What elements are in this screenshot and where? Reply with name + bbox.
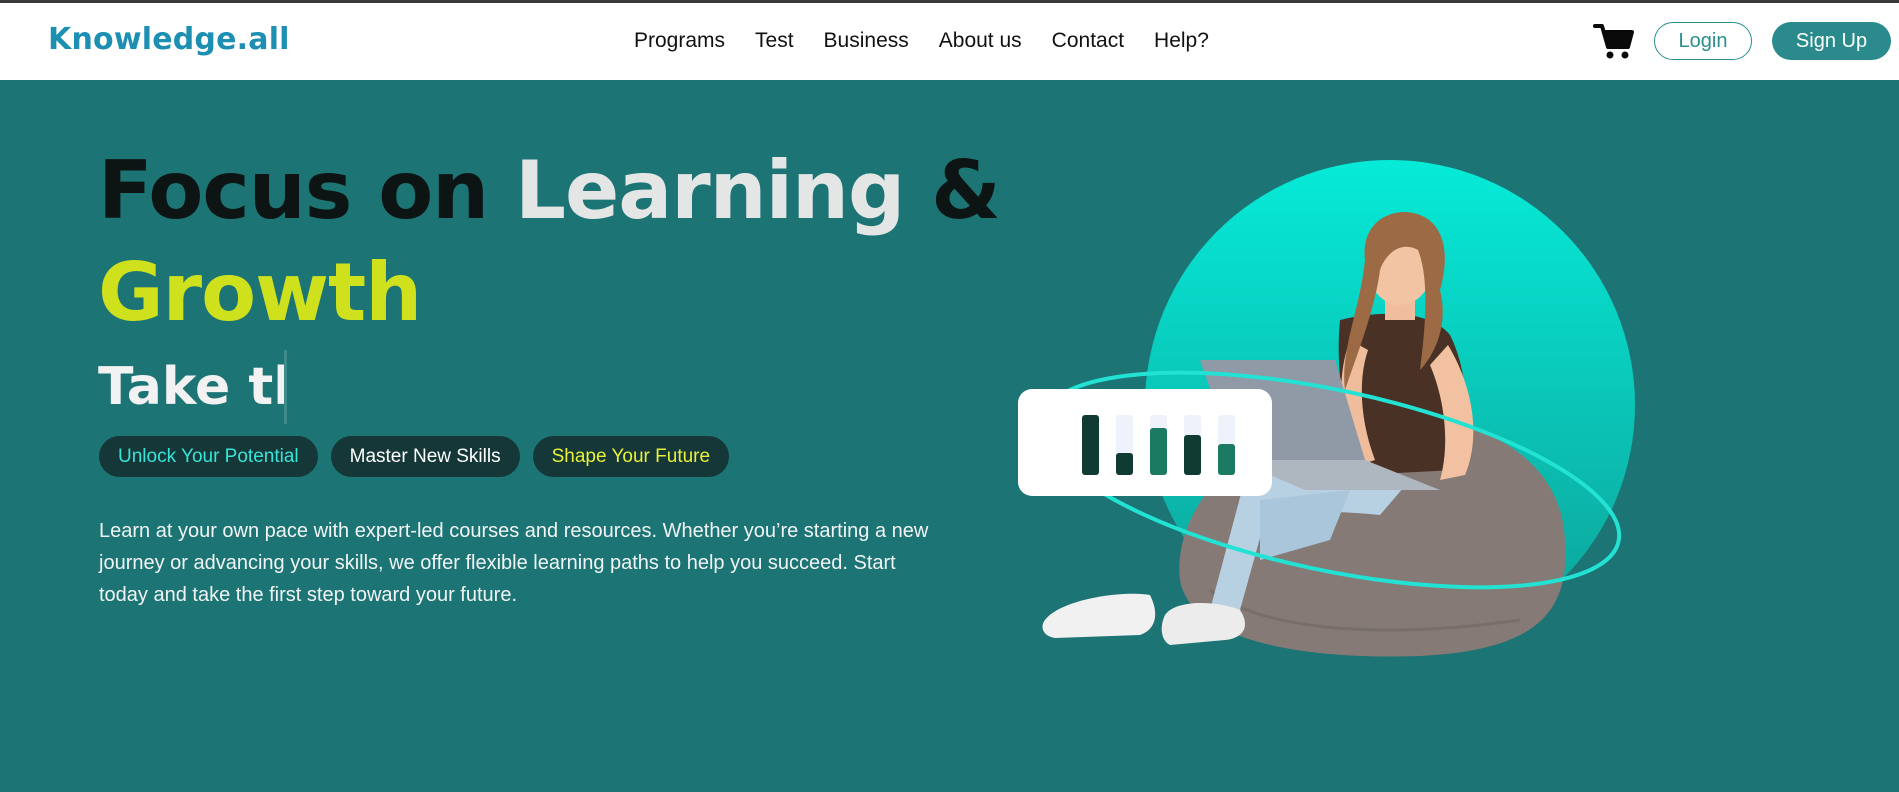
nav-item-contact[interactable]: Contact bbox=[1052, 29, 1124, 53]
nav-item-about-us[interactable]: About us bbox=[939, 29, 1022, 53]
hero-title-growth: Growth bbox=[98, 246, 422, 339]
shopping-cart-icon[interactable] bbox=[1593, 22, 1635, 60]
nav-item-test[interactable]: Test bbox=[755, 29, 794, 53]
hero-illustration bbox=[1000, 160, 1660, 680]
hero-title-focus-on: Focus on bbox=[98, 144, 515, 237]
hero-title: Focus on Learning & Growth bbox=[98, 140, 1001, 344]
nav-item-programs[interactable]: Programs bbox=[634, 29, 725, 53]
hero-title-learning: Learning bbox=[514, 144, 905, 237]
hero-title-ampersand: & bbox=[904, 144, 1001, 237]
chip-shape-your-future: Shape Your Future bbox=[532, 436, 730, 477]
hero-description: Learn at your own pace with expert-led c… bbox=[99, 520, 929, 606]
chip-unlock-your-potential: Unlock Your Potential bbox=[99, 436, 318, 477]
girl-shoe-right bbox=[1161, 603, 1245, 645]
signup-button[interactable]: Sign Up bbox=[1772, 22, 1891, 60]
typing-text: Take the bbox=[98, 357, 284, 417]
login-button[interactable]: Login bbox=[1654, 22, 1752, 60]
brand-logo[interactable]: Knowledge.all bbox=[48, 22, 290, 57]
typing-headline: Take the bbox=[98, 350, 287, 424]
main-nav: Programs Test Business About us Contact … bbox=[634, 29, 1239, 53]
site-header: Knowledge.all Programs Test Business Abo… bbox=[0, 3, 1899, 80]
typing-caret bbox=[284, 350, 287, 424]
nav-item-help[interactable]: Help? bbox=[1154, 29, 1209, 53]
feature-chips: Unlock Your Potential Master New Skills … bbox=[99, 436, 730, 477]
nav-item-business[interactable]: Business bbox=[824, 29, 909, 53]
girl-shoe-left bbox=[1042, 593, 1156, 638]
chip-master-new-skills: Master New Skills bbox=[330, 436, 520, 477]
